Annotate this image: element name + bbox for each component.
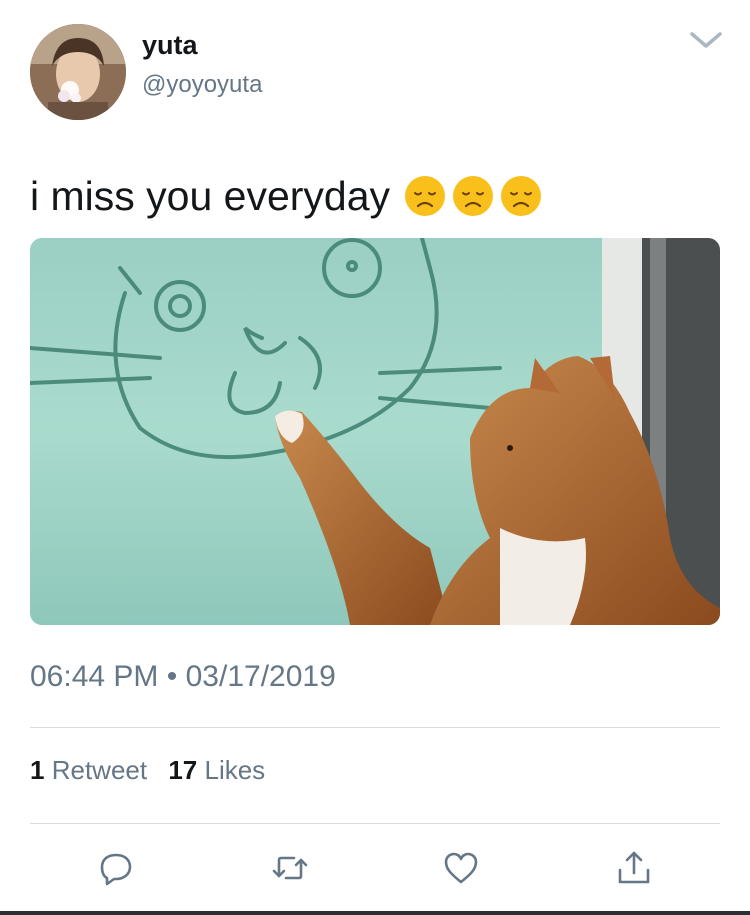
- separator-dot: •: [166, 660, 178, 693]
- tweet-timestamp[interactable]: 06:44 PM • 03/17/2019: [30, 659, 336, 695]
- tweet-image[interactable]: [30, 238, 720, 625]
- user-handle[interactable]: @yoyoyuta: [142, 70, 262, 100]
- emoji-group: [404, 175, 542, 217]
- tweet-body: i miss you everyday: [30, 173, 391, 219]
- like-count-number: 17: [168, 755, 198, 785]
- engagement-counts: 1 Retweet 17 Likes: [30, 754, 265, 786]
- tweet-date: 03/17/2019: [185, 660, 336, 693]
- disappointed-face-icon: [453, 176, 494, 216]
- divider: [30, 727, 720, 728]
- display-name[interactable]: yuta: [142, 28, 198, 62]
- share-icon: [618, 851, 650, 884]
- retweet-count-number: 1: [30, 755, 45, 785]
- like-button[interactable]: [441, 848, 481, 888]
- heart-icon: [444, 852, 478, 884]
- reply-button[interactable]: [96, 848, 136, 888]
- disappointed-face-icon: [405, 176, 446, 216]
- retweet-icon: [272, 856, 308, 880]
- retweet-count-label: Retweet: [51, 755, 148, 785]
- like-count-label: Likes: [204, 755, 266, 785]
- bottom-edge: [0, 911, 750, 915]
- avatar[interactable]: [30, 24, 126, 120]
- tweet-text: i miss you everyday: [30, 168, 542, 224]
- disappointed-face-icon: [501, 176, 542, 216]
- tweet-time: 06:44 PM: [30, 660, 159, 693]
- divider: [30, 823, 720, 824]
- retweet-button[interactable]: [270, 848, 310, 888]
- share-button[interactable]: [614, 848, 654, 888]
- chevron-down-icon[interactable]: [688, 28, 724, 52]
- retweet-count[interactable]: 1 Retweet: [30, 755, 154, 785]
- like-count[interactable]: 17 Likes: [168, 755, 265, 785]
- reply-icon: [100, 853, 132, 886]
